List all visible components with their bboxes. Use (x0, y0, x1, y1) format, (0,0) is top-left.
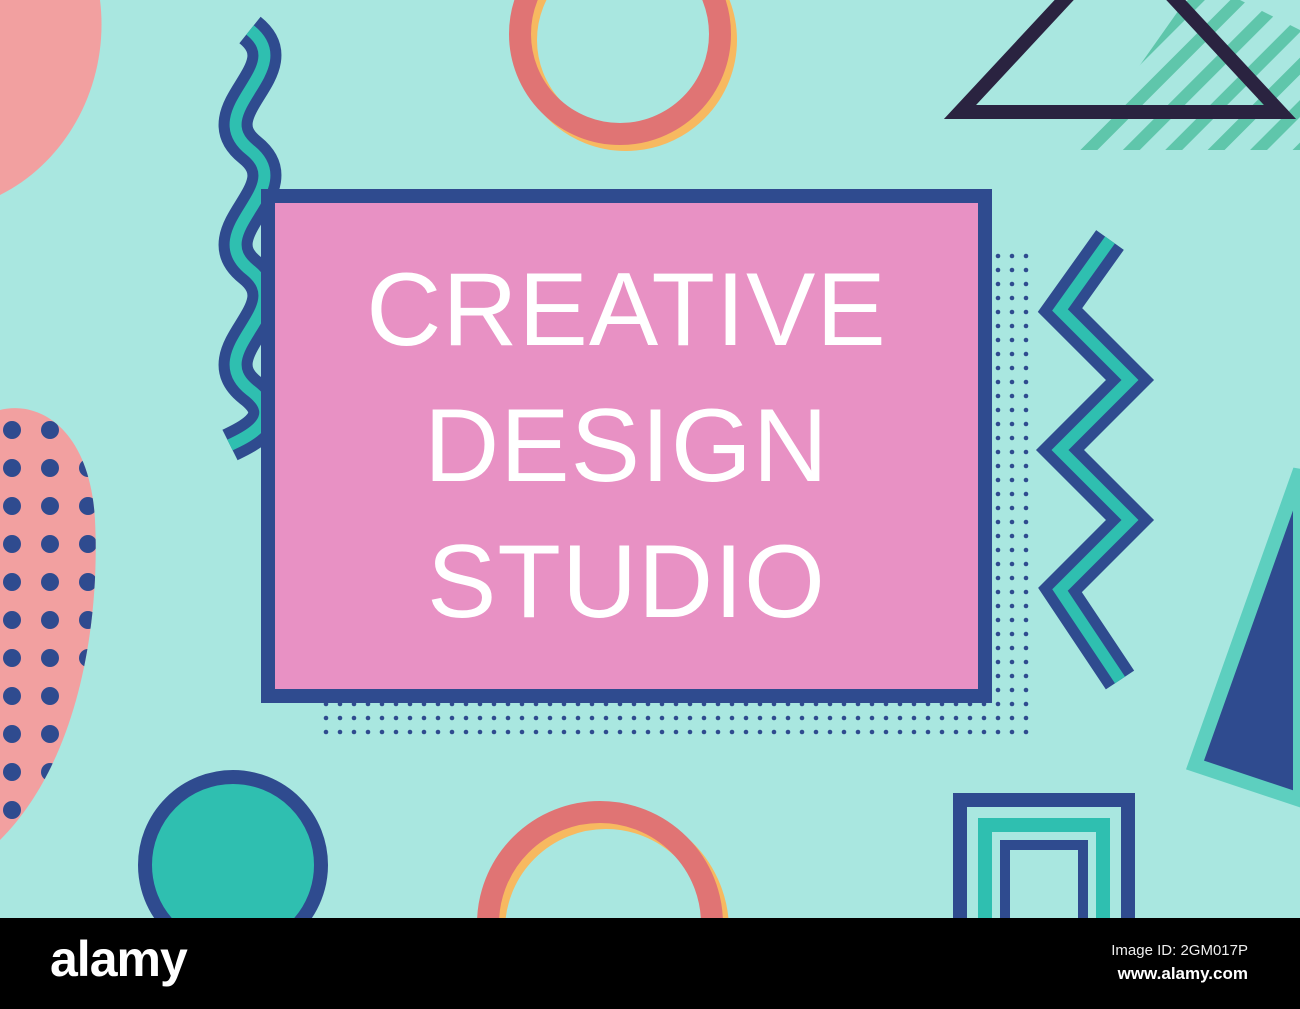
teal-circle (138, 770, 328, 918)
site-url: www.alamy.com (1117, 964, 1248, 983)
headline-line-3: STUDIO (427, 524, 826, 640)
footer-bar (0, 918, 1300, 1009)
headline-line-1: CREATIVE (366, 252, 887, 368)
artwork: CREATIVE DESIGN STUDIO (0, 0, 1300, 918)
headline-line-2: DESIGN (424, 388, 829, 504)
alamy-logo: alamy (50, 931, 188, 987)
pink-blob-top-left (0, 0, 102, 195)
headline: CREATIVE DESIGN STUDIO (268, 196, 985, 696)
image-id: Image ID: 2GM017P (1111, 942, 1248, 959)
triangle-right (1186, 467, 1300, 808)
